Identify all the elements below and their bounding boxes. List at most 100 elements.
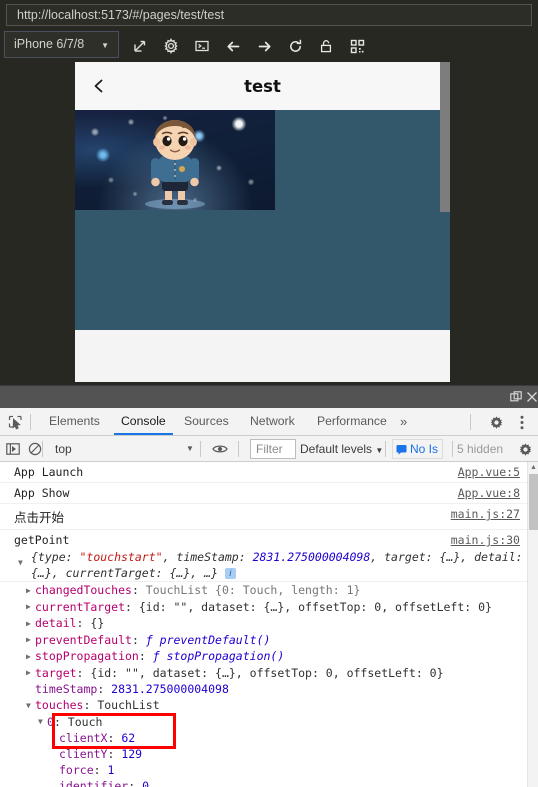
console-scrollbar-thumb[interactable]	[529, 474, 538, 530]
browser-chrome: http://localhost:5173/#/pages/test/test …	[0, 0, 538, 62]
reload-icon[interactable]	[284, 35, 306, 57]
property-value: 129	[121, 747, 143, 761]
property-key: timeStamp	[35, 682, 98, 696]
dock-side-icon[interactable]	[508, 389, 524, 405]
console-message-text: 点击开始	[14, 510, 65, 525]
property-row[interactable]: ▼ 0: Touch	[0, 714, 538, 731]
tab-performance[interactable]: Performance	[310, 408, 394, 435]
scroll-up-arrow-icon[interactable]: ▲	[529, 463, 538, 472]
chevron-left-icon[interactable]	[85, 72, 113, 100]
expand-triangle-icon[interactable]: ▶	[26, 649, 35, 665]
property-row[interactable]: ▶ detail: {}	[0, 615, 538, 632]
devtools-tabbar: Elements Console Sources Network Perform…	[0, 408, 538, 436]
console-scrollbar[interactable]: ▲	[527, 462, 538, 787]
property-key: preventDefault	[35, 632, 132, 647]
property-value: {id: "", dataset: {…}, offsetTop: 0, off…	[138, 599, 492, 614]
property-key: stopPropagation	[35, 649, 139, 663]
qr-code-icon[interactable]	[346, 35, 368, 57]
expand-triangle-icon[interactable]: ▼	[18, 558, 27, 567]
kebab-menu-icon[interactable]	[513, 413, 531, 431]
more-tabs-button[interactable]: »	[400, 408, 407, 435]
close-icon[interactable]	[524, 389, 538, 405]
obj-preview-p4: , target: {…}, detail:	[370, 550, 523, 564]
info-badge-icon[interactable]: i	[224, 568, 236, 579]
property-row-clientx[interactable]: clientX: 62	[0, 730, 538, 746]
expand-triangle-icon[interactable]: ▶	[26, 616, 35, 632]
expand-triangle-icon[interactable]: ▶	[26, 583, 35, 599]
toolbar-divider	[42, 441, 43, 457]
inspect-element-icon[interactable]	[5, 413, 25, 431]
console-message-source[interactable]: App.vue:5	[458, 465, 520, 479]
obj-preview-p2: , timeStamp:	[162, 550, 253, 564]
execution-context-select[interactable]: top	[47, 439, 199, 459]
forward-arrow-icon[interactable]	[253, 35, 275, 57]
expand-triangle-icon[interactable]: ▶	[26, 599, 35, 615]
collapse-triangle-icon[interactable]: ▼	[38, 714, 47, 730]
console-message-object[interactable]: getPoint main.js:30 ▼ {type: "touchstart…	[0, 530, 538, 582]
live-expression-icon[interactable]	[211, 440, 229, 458]
gear-icon[interactable]	[487, 413, 505, 431]
tab-elements[interactable]: Elements	[42, 408, 107, 435]
devtools-titlebar	[0, 386, 538, 408]
url-bar[interactable]: http://localhost:5173/#/pages/test/test	[6, 4, 532, 26]
property-key: currentTarget	[35, 599, 126, 614]
log-levels-select[interactable]: Default levels ▼	[300, 439, 383, 459]
property-row[interactable]: timeStamp: 2831.275000004098	[0, 681, 538, 697]
object-property-tree[interactable]: ▶ changedTouches: TouchList {0: Touch, le…	[0, 582, 538, 787]
console-message-source[interactable]: main.js:27	[451, 507, 520, 521]
devtools-panel: Elements Console Sources Network Perform…	[0, 385, 538, 787]
console-message[interactable]: 点击开始 main.js:27	[0, 504, 538, 530]
url-text: http://localhost:5173/#/pages/test/test	[17, 8, 225, 22]
tab-console[interactable]: Console	[114, 408, 173, 435]
property-key: force	[59, 763, 94, 777]
gear-icon[interactable]	[160, 35, 182, 57]
device-scrollbar-thumb[interactable]	[440, 62, 450, 212]
console-message[interactable]: App Launch App.vue:5	[0, 462, 538, 483]
tab-network[interactable]: Network	[243, 408, 302, 435]
console-message-source[interactable]: main.js:30	[451, 533, 520, 547]
tab-sources[interactable]: Sources	[177, 408, 236, 435]
issues-button[interactable]: No Is	[392, 439, 444, 459]
property-key: detail	[35, 616, 77, 630]
property-row[interactable]: ▶ preventDefault: ƒ preventDefault()	[0, 632, 538, 649]
hero-image[interactable]	[75, 110, 275, 210]
toolbar-divider	[238, 441, 239, 457]
console-terminal-icon[interactable]	[191, 35, 213, 57]
lock-open-icon[interactable]	[315, 35, 337, 57]
hidden-messages-count: 5 hidden	[457, 442, 504, 456]
console-message-source[interactable]: App.vue:8	[458, 486, 520, 500]
toolbar-divider	[30, 414, 31, 430]
device-scrollbar[interactable]	[440, 62, 450, 382]
property-row[interactable]: ▼ touches: TouchList	[0, 697, 538, 714]
device-emulation-toolbar: iPhone 6/7/8 ▼	[0, 30, 538, 62]
property-row[interactable]: ▶ changedTouches: TouchList {0: Touch, le…	[0, 582, 538, 599]
filter-input[interactable]: Filter	[250, 439, 296, 459]
page-title: test	[244, 76, 281, 96]
console-message-list[interactable]: App Launch App.vue:5 App Show App.vue:8 …	[0, 462, 538, 787]
property-value: {}	[90, 616, 105, 630]
console-message-text: App Launch	[14, 465, 84, 479]
device-preset-select[interactable]: iPhone 6/7/8 ▼	[4, 31, 119, 58]
gear-icon[interactable]	[516, 440, 534, 458]
chevron-down-icon: ▼	[101, 41, 109, 50]
property-row[interactable]: ▶ stopPropagation: ƒ stopPropagation()	[0, 648, 538, 665]
device-preset-label: iPhone 6/7/8	[14, 37, 85, 51]
console-message-text: App Show	[14, 486, 70, 500]
execution-context-label: top	[55, 442, 72, 456]
chevron-down-icon: ▼	[186, 444, 194, 453]
show-console-sidebar-icon[interactable]	[4, 440, 22, 458]
property-row[interactable]: force: 1	[0, 762, 538, 778]
console-message-text: getPoint	[14, 533, 70, 547]
expand-triangle-icon[interactable]: ▶	[26, 632, 35, 648]
collapse-triangle-icon[interactable]: ▼	[26, 698, 35, 714]
property-row-clienty[interactable]: clientY: 129	[0, 746, 538, 762]
toolbar-divider	[452, 441, 453, 457]
property-value: Touch	[67, 714, 103, 729]
property-row[interactable]: ▶ target: {id: "", dataset: {…}, offsetTo…	[0, 665, 538, 682]
obj-preview-p0: {type:	[31, 550, 80, 564]
expand-triangle-icon[interactable]: ▶	[26, 665, 35, 681]
property-row[interactable]: ▶ currentTarget: {id: "", dataset: {…}, o…	[0, 599, 538, 616]
console-message[interactable]: App Show App.vue:8	[0, 483, 538, 504]
back-arrow-icon[interactable]	[222, 35, 244, 57]
rotate-icon[interactable]	[129, 35, 151, 57]
